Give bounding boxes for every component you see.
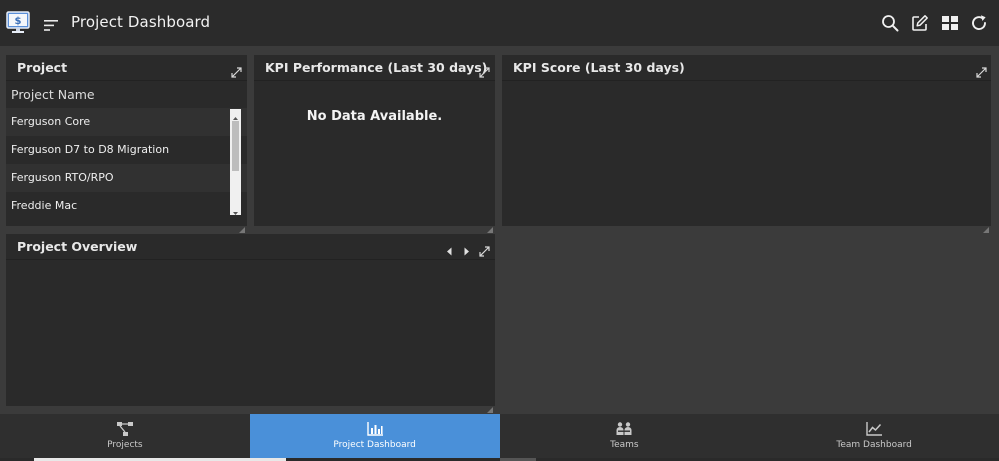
list-item[interactable]: Freddie Mac (6, 192, 247, 220)
list-item[interactable]: Ferguson Core (6, 108, 247, 136)
project-overview-panel: Project Overview (6, 234, 495, 413)
project-panel-title: Project (6, 55, 247, 81)
expand-icon[interactable] (479, 242, 490, 257)
project-panel: Project Project Name Ferguson Core Fergu… (6, 55, 247, 233)
logo-dollar-glyph: $ (15, 16, 22, 27)
chevron-right-icon[interactable] (461, 242, 472, 256)
grid-layout-icon[interactable] (941, 14, 959, 32)
page-title: Project Dashboard (71, 13, 211, 31)
tab-teams[interactable]: Teams (500, 414, 750, 458)
project-list-scrollbar[interactable] (230, 109, 241, 215)
project-name-column-header: Project Name (6, 81, 247, 108)
list-item[interactable]: Ferguson D7 to D8 Migration (6, 136, 247, 164)
scroll-thumb[interactable] (232, 121, 239, 171)
resize-grip-icon[interactable] (487, 218, 493, 233)
list-item[interactable]: Ferguson RTO/RPO (6, 164, 247, 192)
edit-icon[interactable] (911, 14, 929, 32)
tab-projects[interactable]: Projects (0, 414, 250, 458)
line-chart-icon (866, 422, 883, 436)
chevron-left-icon[interactable] (444, 242, 455, 256)
kpi-performance-panel: KPI Performance (Last 30 days) No Data A… (254, 55, 495, 233)
tab-project-dashboard[interactable]: Project Dashboard (249, 414, 500, 458)
kpi-performance-title: KPI Performance (Last 30 days) (254, 55, 495, 81)
kpi-score-title: KPI Score (Last 30 days) (502, 55, 991, 81)
scroll-up-arrow-icon[interactable] (230, 109, 241, 120)
menu-lines-icon[interactable] (44, 17, 60, 31)
resize-grip-icon[interactable] (487, 398, 493, 413)
tab-projects-label: Projects (107, 440, 143, 450)
tab-project-dashboard-label: Project Dashboard (333, 440, 416, 450)
tab-team-dashboard[interactable]: Team Dashboard (749, 414, 999, 458)
kpi-score-panel: KPI Score (Last 30 days) (502, 55, 991, 233)
projects-icon (116, 422, 133, 436)
expand-icon[interactable] (976, 63, 987, 78)
resize-grip-icon[interactable] (983, 218, 989, 233)
bar-chart-icon (366, 422, 383, 436)
scroll-down-arrow-icon[interactable] (230, 204, 241, 215)
no-data-message: No Data Available. (306, 109, 443, 124)
expand-icon[interactable] (479, 63, 490, 78)
teams-icon (616, 422, 632, 435)
resize-grip-icon[interactable] (239, 218, 245, 233)
search-icon[interactable] (881, 14, 899, 32)
top-bar: $ Project Dashboard (0, 0, 999, 46)
refresh-icon[interactable] (970, 14, 988, 32)
tab-team-dashboard-label: Team Dashboard (836, 440, 912, 450)
tab-teams-label: Teams (610, 440, 639, 450)
bottom-navigation: Projects Project Dashboard Teams Team Da… (0, 414, 999, 458)
expand-icon[interactable] (231, 63, 242, 78)
project-overview-title: Project Overview (6, 234, 495, 260)
monitor-dollar-icon: $ (6, 11, 30, 35)
